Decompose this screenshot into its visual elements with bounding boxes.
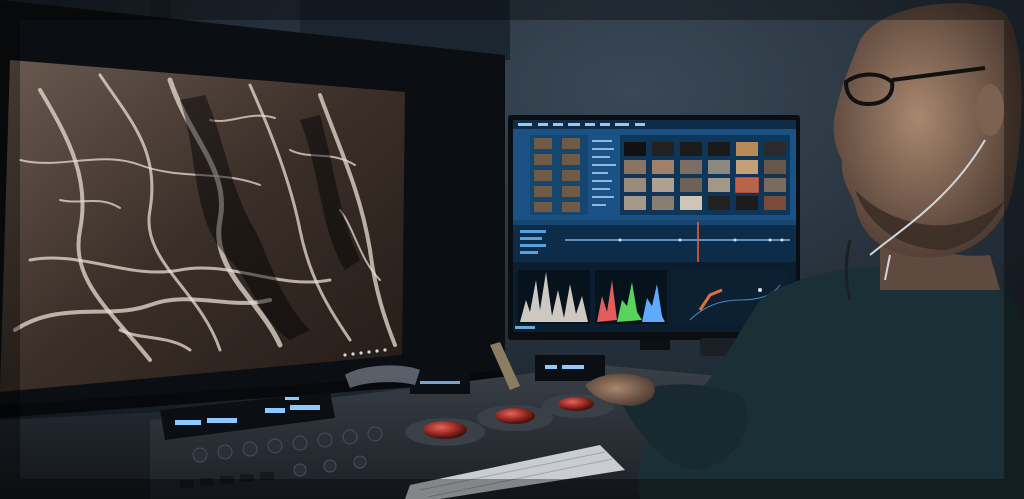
scene-svg [0,0,1024,499]
left-grading-monitor [0,0,505,418]
monitor-stand [640,340,670,350]
clip-grid [620,135,790,215]
photo-scene [0,0,1024,499]
media-pool [530,135,588,215]
timeline [513,220,796,262]
